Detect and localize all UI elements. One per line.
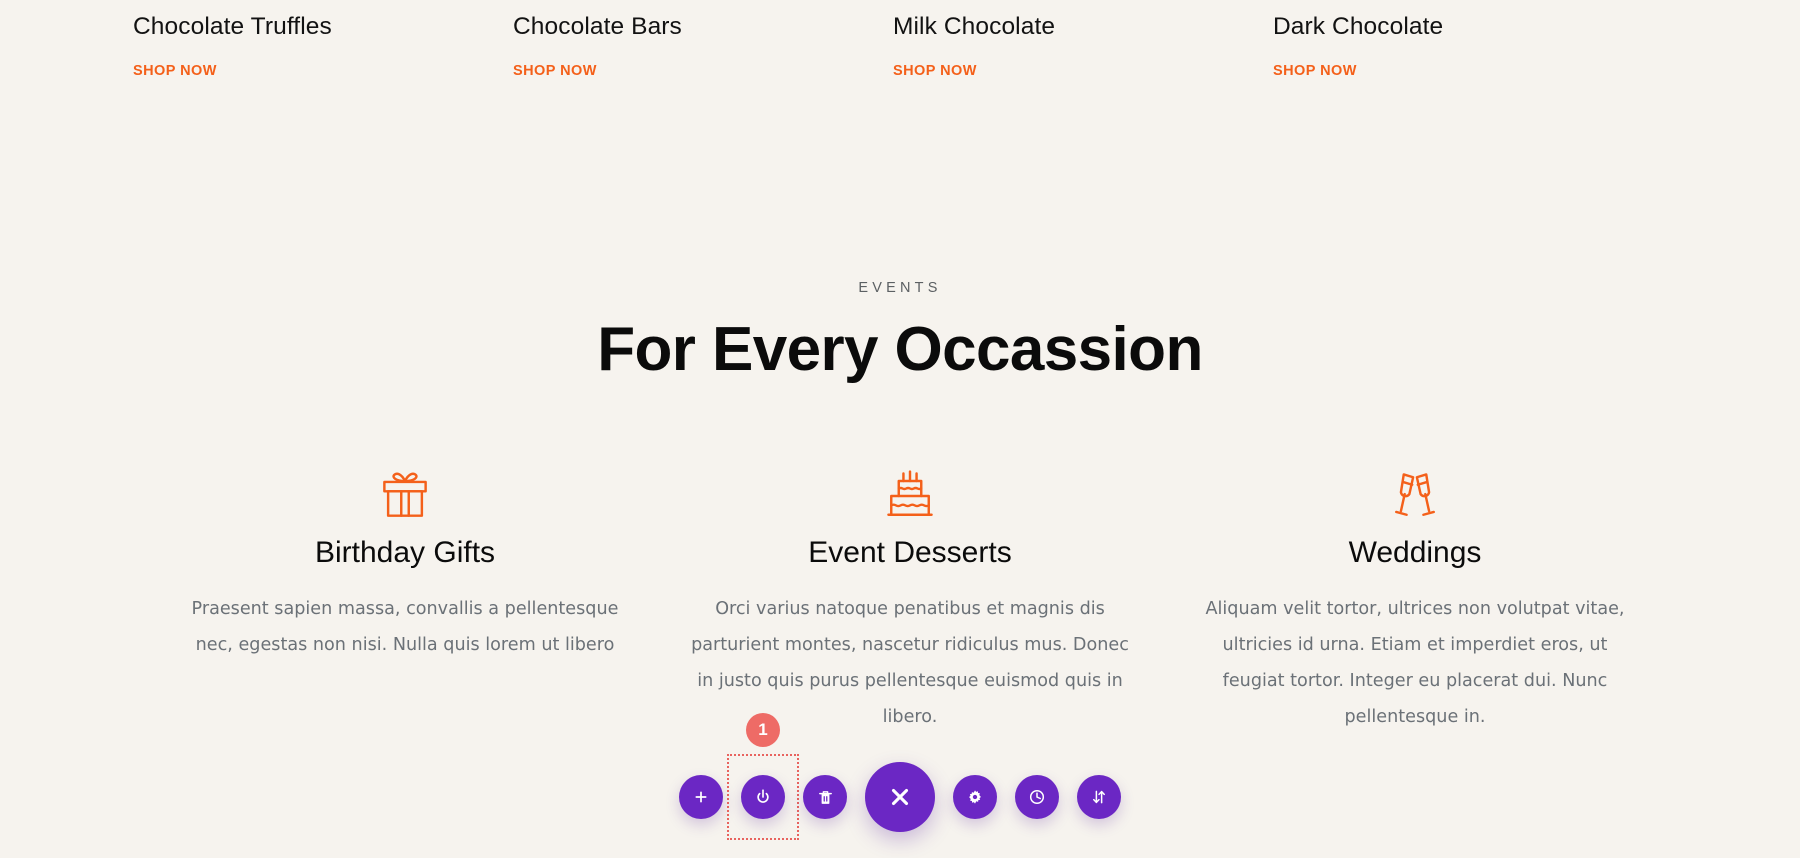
sort-arrows-icon [1093, 790, 1105, 804]
shop-now-link[interactable]: SHOP NOW [1273, 63, 1357, 79]
product-card: Chocolate Bars SHOP NOW [380, 0, 760, 108]
page-title: For Every Occassion [597, 315, 1203, 384]
product-title: Chocolate Truffles [133, 13, 332, 40]
shop-now-link[interactable]: SHOP NOW [133, 63, 217, 79]
power-button[interactable] [741, 775, 785, 819]
section-eyebrow: EVENTS [858, 280, 942, 296]
feature-title: Weddings [1348, 536, 1482, 569]
feature-description: Praesent sapien massa, convallis a pelle… [191, 599, 619, 655]
product-title: Dark Chocolate [1273, 13, 1444, 40]
toolbar-slot [953, 775, 997, 819]
toolbar-slot [1015, 775, 1059, 819]
sort-button[interactable] [1077, 775, 1121, 819]
feature-weddings: Weddings Aliquam velit tortor, ultrices … [1190, 462, 1640, 735]
feature-description: Aliquam velit tortor, ultrices non volut… [1205, 599, 1625, 727]
add-button[interactable] [679, 775, 723, 819]
feature-event-desserts: Event Desserts Orci varius natoque penat… [685, 462, 1135, 735]
shop-now-link[interactable]: SHOP NOW [513, 63, 597, 79]
product-card: Milk Chocolate SHOP NOW [760, 0, 1140, 108]
product-card: Chocolate Truffles SHOP NOW [0, 0, 380, 108]
feature-title: Birthday Gifts [314, 536, 496, 569]
toolbar-slot-selected: 1 [741, 713, 785, 819]
feature-description: Orci varius natoque penatibus et magnis … [691, 599, 1129, 727]
toolbar-slot [679, 775, 723, 819]
power-icon [757, 789, 769, 803]
history-button[interactable] [1015, 775, 1059, 819]
trash-icon [818, 790, 832, 804]
status-badge: 1 [746, 713, 780, 747]
features-grid: Birthday Gifts Praesent sapien massa, co… [180, 462, 1640, 735]
cake-icon [685, 462, 1135, 526]
champagne-glasses-icon [1190, 462, 1640, 526]
toolbar-slot [865, 762, 935, 832]
shop-now-link[interactable]: SHOP NOW [893, 63, 977, 79]
settings-button[interactable] [953, 775, 997, 819]
gear-icon [969, 790, 981, 804]
gift-icon [180, 462, 630, 526]
product-card: Dark Chocolate SHOP NOW [1140, 0, 1520, 108]
events-section: EVENTS For Every Occassion [0, 280, 1800, 384]
product-row: Chocolate Truffles SHOP NOW Chocolate Ba… [0, 0, 1800, 108]
delete-button[interactable] [803, 775, 847, 819]
toolbar-slot [1077, 775, 1121, 819]
product-title: Chocolate Bars [513, 13, 682, 40]
feature-birthday-gifts: Birthday Gifts Praesent sapien massa, co… [180, 462, 630, 735]
close-button[interactable] [865, 762, 935, 832]
floating-toolbar: 1 [679, 713, 1121, 832]
product-title: Milk Chocolate [893, 13, 1056, 40]
plus-icon [695, 791, 707, 803]
close-x-icon [891, 788, 909, 806]
feature-title: Event Desserts [808, 536, 1012, 569]
toolbar-slot [803, 775, 847, 819]
clock-icon [1029, 789, 1045, 805]
